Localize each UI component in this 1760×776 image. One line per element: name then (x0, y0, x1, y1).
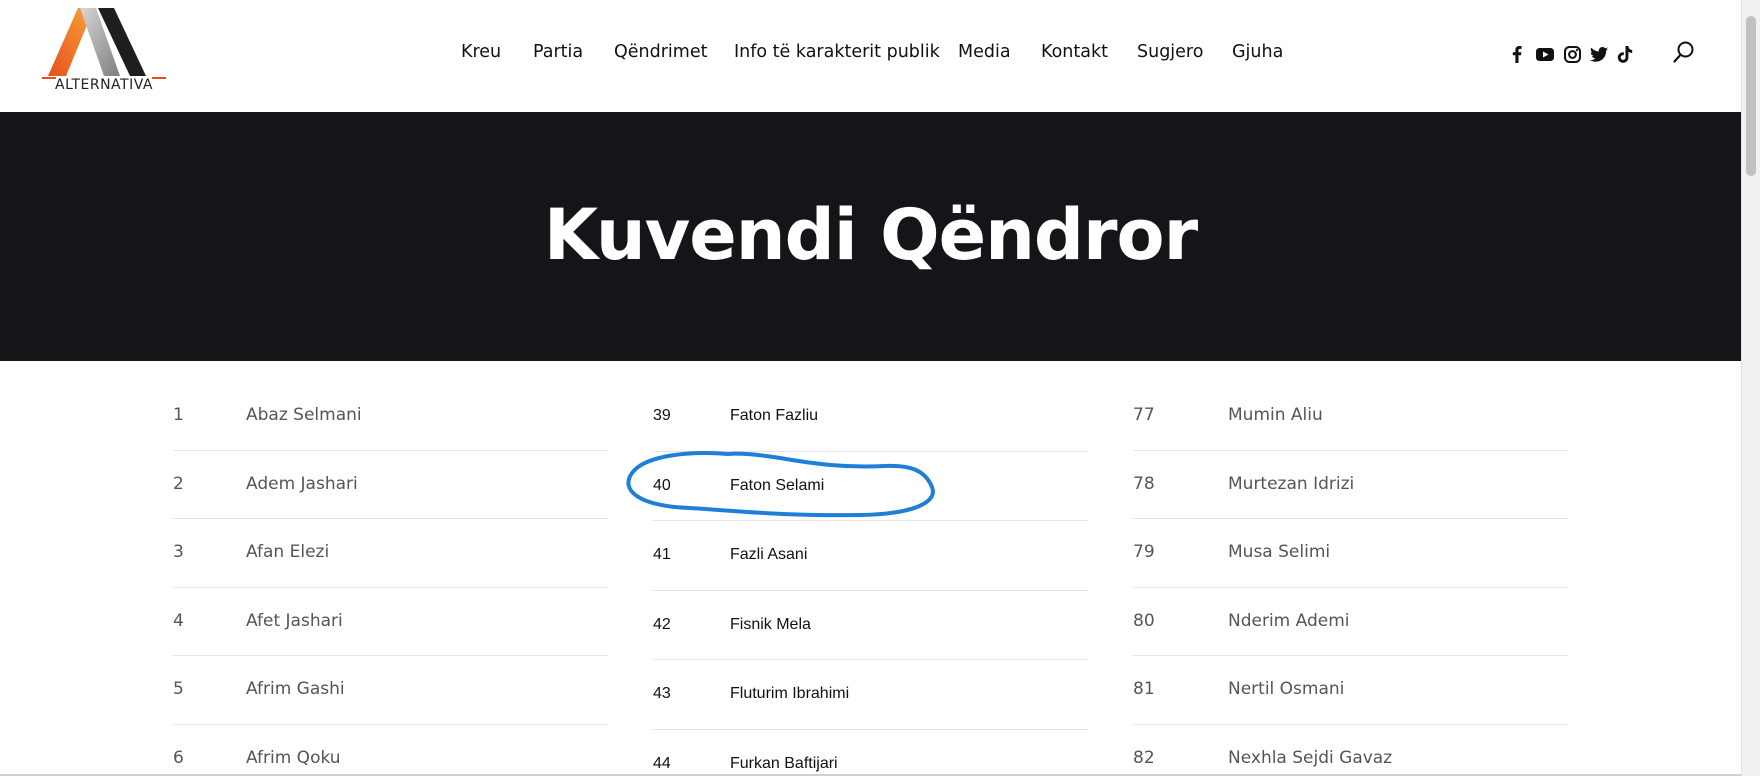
page-title: Kuvendi Qëndror (543, 194, 1198, 276)
member-number: 39 (653, 407, 671, 424)
member-name: Afet Jashari (246, 610, 343, 631)
nav-item-sugjero[interactable]: Sugjero (1137, 42, 1203, 62)
nav-item-gjuha[interactable]: Gjuha (1232, 42, 1283, 62)
list-item: 78 Murtezan Idrizi (1133, 451, 1568, 519)
list-item: 81 Nertil Osmani (1133, 656, 1568, 725)
scrollbar-thumb[interactable] (1746, 16, 1756, 176)
member-name: Afrim Gashi (246, 679, 345, 699)
member-name: Faton Fazliu (730, 407, 819, 424)
member-name: Nexhla Sejdi Gavaz (1228, 747, 1393, 768)
nav-item-kontakt[interactable]: Kontakt (1041, 42, 1108, 62)
member-number: 77 (1133, 405, 1155, 425)
member-number: 2 (173, 473, 184, 494)
list-item: 82 Nexhla Sejdi Gavaz (1133, 725, 1568, 776)
member-number: 78 (1133, 473, 1155, 494)
member-number: 80 (1133, 610, 1155, 631)
list-item: 5 Afrim Gashi (173, 656, 608, 725)
youtube-icon[interactable] (1535, 44, 1555, 64)
member-list-col-2: 39 Faton Fazliu 40 Faton Selami 41 Fazli… (653, 382, 1088, 776)
member-name: Fluturim Ibrahimi (730, 685, 850, 702)
list-item: 43 Fluturim Ibrahimi (653, 660, 1088, 730)
member-name: Adem Jashari (246, 473, 358, 494)
member-name: Abaz Selmani (246, 405, 362, 425)
member-number: 42 (653, 615, 671, 633)
list-item-highlighted: 40 Faton Selami (653, 452, 1088, 521)
member-name: Afrim Qoku (246, 747, 341, 768)
list-item: 1 Abaz Selmani (173, 382, 608, 451)
member-number: 82 (1133, 747, 1155, 768)
member-number: 44 (653, 754, 671, 772)
member-name: Afan Elezi (246, 542, 330, 562)
member-name: Murtezan Idrizi (1228, 473, 1355, 494)
search-icon[interactable] (1672, 40, 1696, 66)
member-number: 6 (173, 747, 184, 768)
member-number: 5 (173, 679, 184, 699)
member-number: 81 (1133, 679, 1155, 699)
list-item: 79 Musa Selimi (1133, 519, 1568, 588)
member-number: 43 (653, 685, 671, 702)
nav-item-qendrimet[interactable]: Qëndrimet (614, 42, 707, 62)
member-list-col-1: 1 Abaz Selmani 2 Adem Jashari 3 Afan Ele… (173, 382, 608, 776)
nav-item-kreu[interactable]: Kreu (461, 42, 501, 62)
site-header: ALTERNATIVA Kreu Partia Qëndrimet Info t… (0, 0, 1741, 112)
hero-banner: Kuvendi Qëndror (0, 112, 1741, 361)
member-name: Faton Selami (730, 476, 825, 494)
member-name: Musa Selimi (1228, 542, 1331, 562)
member-number: 1 (173, 405, 184, 425)
vertical-scrollbar[interactable] (1741, 0, 1760, 776)
member-name: Mumin Aliu (1228, 405, 1323, 425)
main-nav: Kreu Partia Qëndrimet Info të karakterit… (0, 0, 1741, 108)
member-number: 79 (1133, 542, 1155, 562)
member-name: Fazli Asani (730, 546, 808, 563)
list-item: 4 Afet Jashari (173, 588, 608, 656)
list-item: 2 Adem Jashari (173, 451, 608, 519)
member-list-col-3: 77 Mumin Aliu 78 Murtezan Idrizi 79 Musa… (1133, 382, 1568, 776)
nav-item-info-publik[interactable]: Info të karakterit publik (734, 42, 940, 62)
list-item: 77 Mumin Aliu (1133, 382, 1568, 451)
list-item: 3 Afan Elezi (173, 519, 608, 588)
member-name: Furkan Baftijari (730, 754, 838, 772)
list-item: 80 Nderim Ademi (1133, 588, 1568, 656)
member-name: Fisnik Mela (730, 615, 811, 633)
member-number: 41 (653, 546, 671, 563)
nav-item-media[interactable]: Media (958, 42, 1011, 62)
member-name: Nderim Ademi (1228, 610, 1350, 631)
facebook-icon[interactable] (1507, 44, 1527, 64)
member-number: 3 (173, 542, 184, 562)
list-item: 6 Afrim Qoku (173, 725, 608, 776)
list-item: 39 Faton Fazliu (653, 382, 1088, 452)
member-name: Nertil Osmani (1228, 679, 1345, 699)
member-number: 40 (653, 476, 671, 494)
tiktok-icon[interactable] (1615, 44, 1635, 64)
page: ALTERNATIVA Kreu Partia Qëndrimet Info t… (0, 0, 1760, 776)
list-item: 42 Fisnik Mela (653, 591, 1088, 660)
twitter-icon[interactable] (1589, 44, 1609, 64)
instagram-icon[interactable] (1562, 44, 1582, 64)
list-item: 41 Fazli Asani (653, 521, 1088, 591)
nav-item-partia[interactable]: Partia (533, 42, 583, 62)
member-number: 4 (173, 610, 184, 631)
list-item: 44 Furkan Baftijari (653, 730, 1088, 776)
